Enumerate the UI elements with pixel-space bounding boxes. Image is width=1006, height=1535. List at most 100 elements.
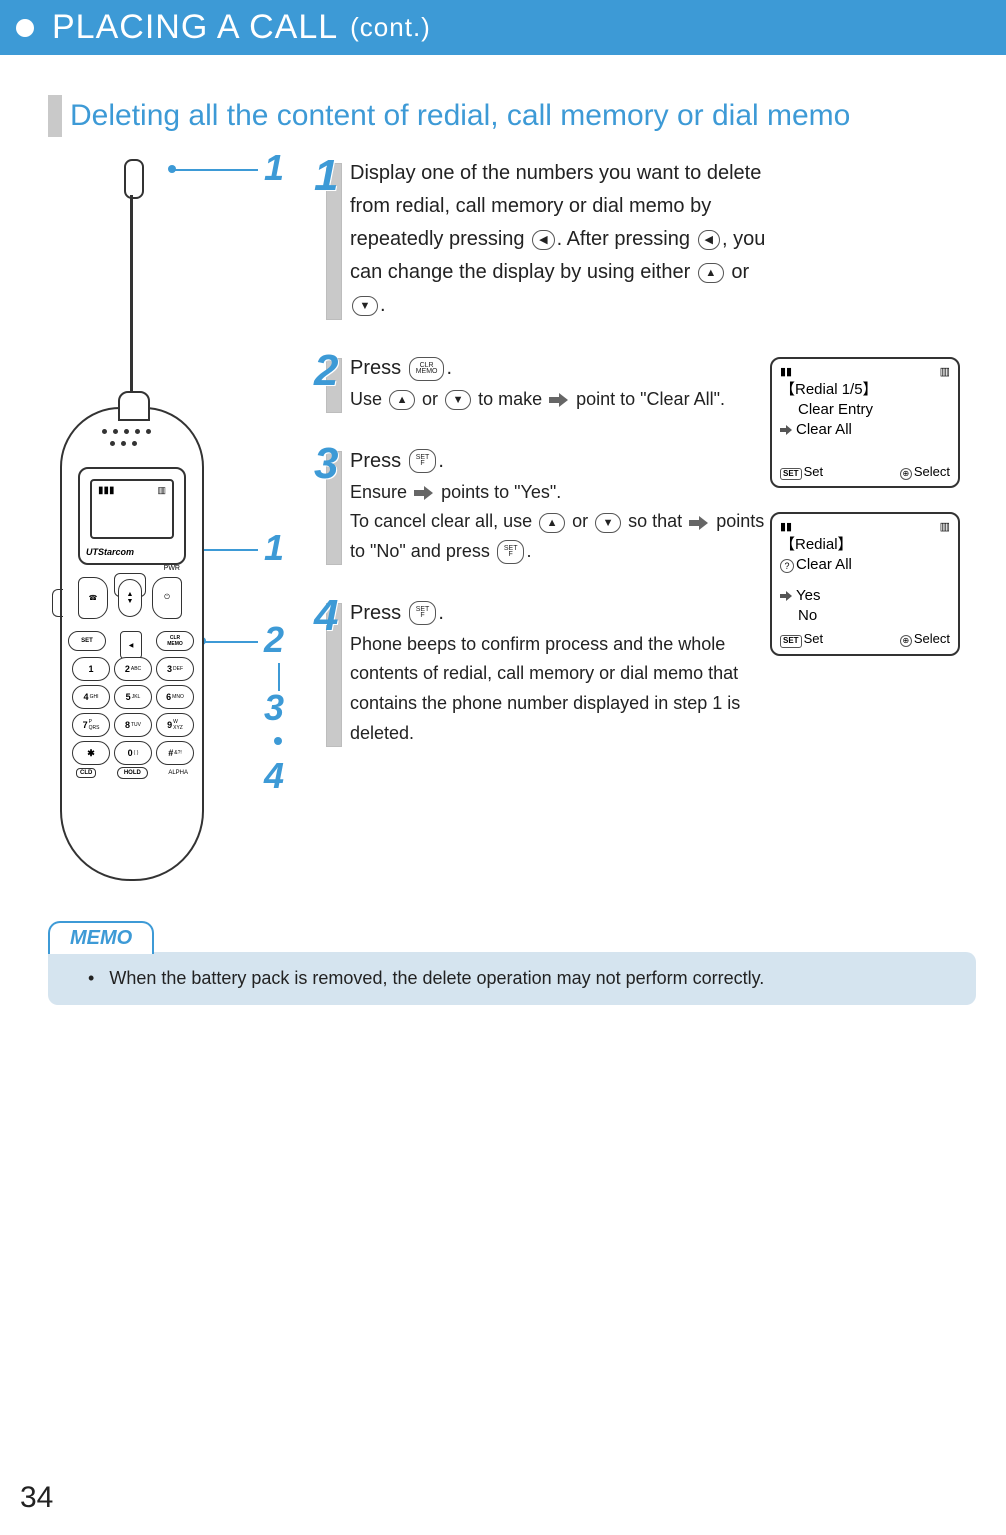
- antenna-base: [118, 391, 150, 421]
- key-3: 3DEF: [156, 657, 194, 681]
- text-fragment: or: [422, 389, 443, 409]
- text-fragment: .: [526, 541, 531, 561]
- pointer-icon: [780, 425, 794, 435]
- bottom-row: CLD HOLD ALPHA: [76, 767, 188, 779]
- pointer-icon: [689, 516, 709, 530]
- alpha-label: ALPHA: [168, 770, 188, 776]
- phone-screen: ▮▮▮ ▥: [90, 479, 174, 539]
- option-yes: Yes: [780, 586, 950, 606]
- key-4: 4GHI: [72, 685, 110, 709]
- hold-key: HOLD: [117, 767, 148, 779]
- text-fragment: so that: [628, 511, 687, 531]
- pointer-icon: [780, 591, 794, 601]
- bullet-icon: •: [88, 968, 94, 988]
- earphone-jack: [52, 589, 63, 617]
- menu-option: Clear Entry: [780, 400, 950, 420]
- softkey-set: SETSet: [780, 463, 823, 481]
- redial-key-icon: ◀: [698, 230, 720, 250]
- key-6: 6MNO: [156, 685, 194, 709]
- keypad: 1 2ABC 3DEF 4GHI 5JKL 6MNO 7PQRS 8TUV 9W…: [72, 657, 194, 765]
- step-2: 2 Press CLRMEMO. Use ▲ or ▼ to make poin…: [300, 352, 770, 415]
- text-fragment: or: [572, 511, 593, 531]
- step-number: 4: [314, 591, 338, 641]
- down-key-icon: ▼: [352, 296, 378, 316]
- talk-key: ☎: [78, 577, 108, 619]
- text-fragment: Press: [350, 602, 407, 624]
- memo-body: • When the battery pack is removed, the …: [48, 952, 976, 1005]
- battery-icon: ▥: [157, 485, 166, 496]
- signal-icon: ▮▮: [780, 520, 792, 535]
- down-key-icon: ▼: [595, 513, 621, 533]
- key-9: 9WXYZ: [156, 713, 194, 737]
- step-number: 3: [314, 439, 338, 489]
- page-number: 34: [20, 1481, 53, 1515]
- step-text: Press CLRMEMO. Use ▲ or ▼ to make point …: [350, 352, 770, 415]
- menu-option-selected: Clear All: [780, 420, 950, 440]
- phone-body: ▮▮▮ ▥ UTStarcom PWR ☎ ⏻ UTS ▲▼ SET ◀ CLR…: [60, 407, 204, 881]
- battery-icon: ▥: [940, 520, 950, 535]
- down-key-icon: ▼: [445, 390, 471, 410]
- pointer-icon: [414, 486, 434, 500]
- earpiece: [110, 441, 137, 446]
- key-5: 5JKL: [114, 685, 152, 709]
- header-title: PLACING A CALL: [52, 8, 338, 47]
- text-fragment: Clear All: [796, 420, 852, 440]
- callout-line: [278, 663, 280, 691]
- subsection-heading: Deleting all the content of redial, call…: [48, 95, 976, 137]
- phone-illustration: 1 1 2 3 4 ▮▮▮ ▥: [50, 157, 300, 881]
- text-fragment: to make: [478, 389, 547, 409]
- function-key-row: SET ◀ CLRMEMO: [68, 631, 194, 659]
- phone-callout-1-top: 1: [264, 147, 284, 189]
- antenna-cap: [124, 159, 144, 199]
- phone-screen-bezel: ▮▮▮ ▥ UTStarcom: [78, 467, 186, 565]
- step-number: 1: [314, 151, 338, 201]
- confirm-question: ?Clear All: [780, 555, 950, 575]
- steps-list: 1 Display one of the numbers you want to…: [300, 157, 770, 779]
- text-fragment: or: [726, 261, 749, 283]
- phone-callout-3: 3: [264, 687, 284, 729]
- softkey-set: SETSet: [780, 630, 823, 648]
- step-4: 4 Press SETF. Phone beeps to confirm pro…: [300, 597, 770, 749]
- cld-key: CLD: [76, 768, 96, 778]
- set-f-key-icon: SETF: [409, 601, 437, 625]
- brand-label: UTStarcom: [86, 547, 134, 557]
- memo-label: MEMO: [48, 921, 154, 954]
- key-2: 2ABC: [114, 657, 152, 681]
- key-7: 7PQRS: [72, 713, 110, 737]
- text-fragment: Press: [350, 357, 407, 379]
- phone-callout-1: 1: [264, 527, 284, 569]
- set-f-key-icon: SETF: [409, 449, 437, 473]
- step-text: Press SETF. Phone beeps to confirm proce…: [350, 597, 770, 749]
- step-text: Display one of the numbers you want to d…: [350, 157, 770, 322]
- screen-examples: ▮▮ ▥ 【Redial 1/5】 Clear Entry Clear All S…: [770, 157, 960, 680]
- text-fragment: Clear All: [796, 555, 852, 575]
- screen-title: 【Redial 1/5】: [780, 380, 950, 400]
- memo-text: When the battery pack is removed, the de…: [109, 968, 764, 988]
- screen-confirm: ▮▮▥ 【Redial】 ?Clear All Yes No SETSet ⊕S…: [770, 512, 960, 656]
- step-3: 3 Press SETF. Ensure points to "Yes". To…: [300, 445, 770, 567]
- screen-redial-menu: ▮▮▥ 【Redial 1/5】 Clear Entry Clear All S…: [770, 357, 960, 488]
- callout-line: [204, 641, 258, 643]
- softkey-select: ⊕Select: [900, 463, 950, 481]
- end-key: ⏻: [152, 577, 182, 619]
- step-sub-text: Phone beeps to confirm process and the w…: [350, 630, 770, 749]
- pwr-label: PWR: [164, 565, 180, 572]
- signal-icon: ▮▮▮: [98, 485, 115, 496]
- step-text: Press SETF. Ensure points to "Yes". To c…: [350, 445, 770, 567]
- option-no: No: [780, 606, 950, 626]
- text-fragment: Ensure: [350, 482, 412, 502]
- screen-title: 【Redial】: [780, 535, 950, 555]
- set-key: SET: [68, 631, 106, 651]
- phone-callout-2: 2: [264, 619, 284, 661]
- bullet-icon: [16, 19, 34, 37]
- text-fragment: .: [380, 294, 386, 316]
- text-fragment: point to "Clear All".: [576, 389, 725, 409]
- antenna-shaft: [130, 195, 133, 395]
- clr-memo-key-icon: CLRMEMO: [409, 357, 445, 381]
- step-number: 2: [314, 346, 338, 396]
- redial-key: ◀: [120, 631, 142, 659]
- up-key-icon: ▲: [698, 263, 724, 283]
- nav-cluster: PWR ☎ ⏻ UTS ▲▼: [78, 573, 182, 625]
- up-key-icon: ▲: [539, 513, 565, 533]
- text-fragment: . After pressing: [557, 228, 696, 250]
